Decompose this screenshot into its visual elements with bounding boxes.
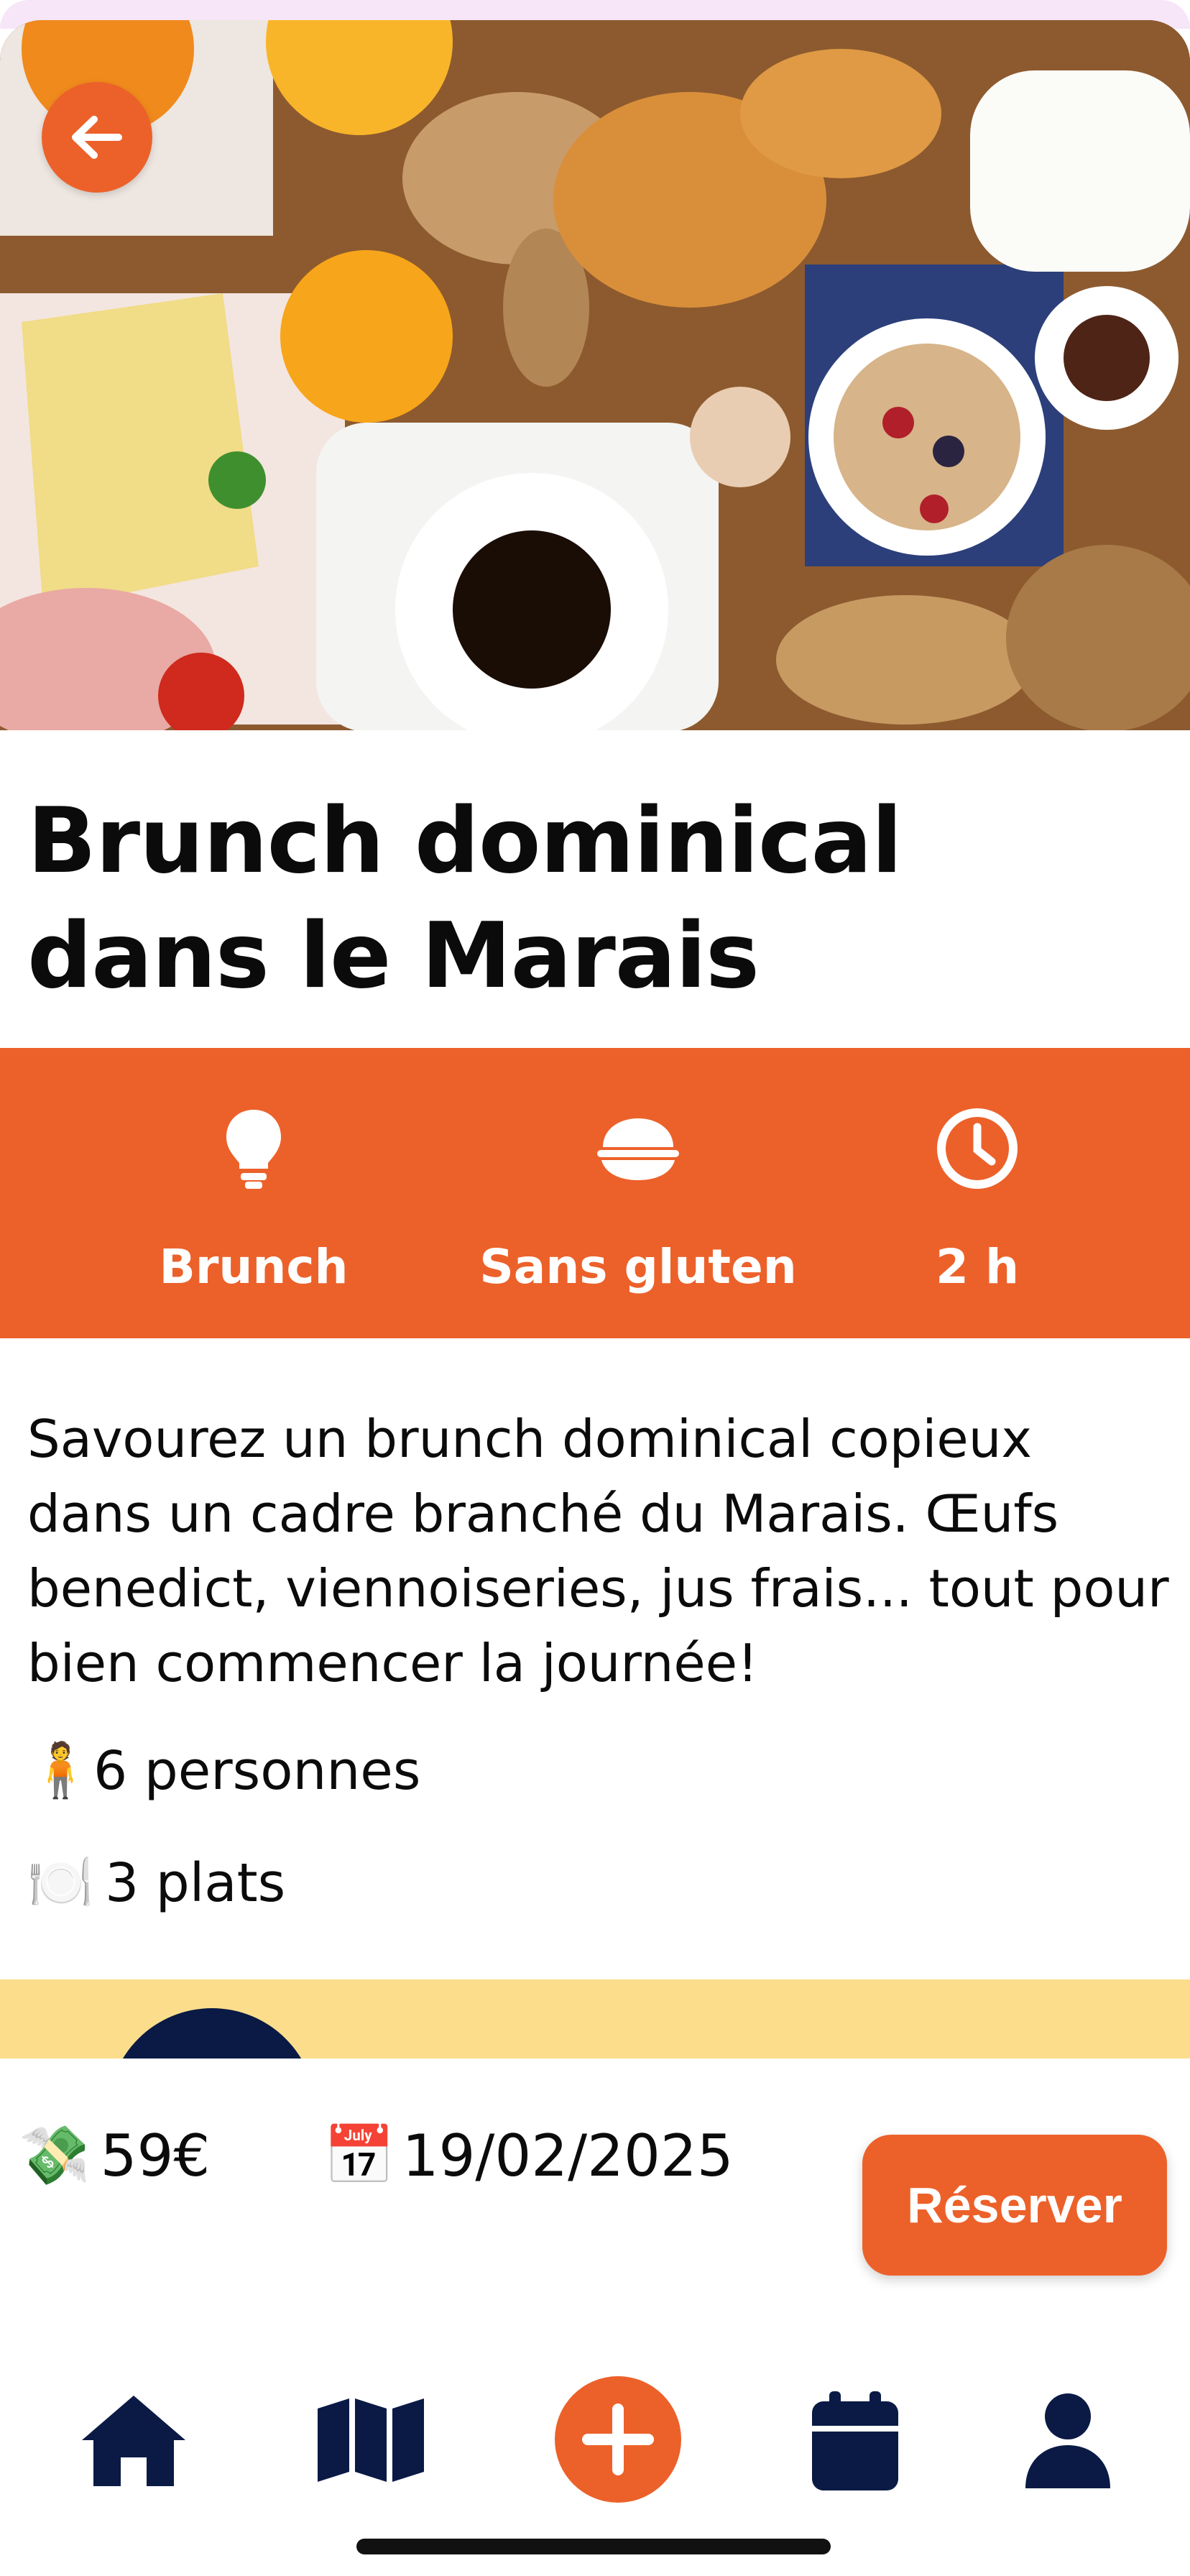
hero-image — [0, 20, 1190, 730]
tab-profile[interactable] — [1010, 2383, 1125, 2498]
feature-diet: Sans gluten — [466, 1098, 811, 1294]
section-divider — [0, 1979, 1190, 2058]
dishes-text: 3 plats — [105, 1852, 286, 1914]
clock-icon — [937, 1108, 1018, 1189]
person-icon: 🧍 — [27, 1739, 94, 1801]
event-date: 📅 19/02/2025 — [323, 2058, 734, 2253]
arrow-left-icon — [72, 116, 122, 159]
tab-add[interactable] — [555, 2376, 681, 2503]
host-avatar — [108, 2008, 316, 2058]
calendar-icon — [812, 2391, 898, 2490]
rice-bowl-icon — [597, 1118, 679, 1180]
dishes-count: 🍽️ 3 plats — [27, 1852, 285, 1914]
booking-bar: 💸 59€ 📅 19/02/2025 Réserver — [0, 2058, 1190, 2276]
price-value: 59€ — [100, 2122, 211, 2189]
map-icon — [318, 2398, 424, 2482]
user-icon — [1025, 2393, 1110, 2488]
date-value: 19/02/2025 — [402, 2122, 734, 2189]
feature-label: Brunch — [159, 1239, 349, 1294]
tab-map[interactable] — [313, 2386, 428, 2494]
back-button[interactable] — [42, 82, 152, 193]
money-icon: 💸 — [19, 2122, 91, 2189]
plate-icon: 🍽️ — [27, 1852, 94, 1913]
reserve-button[interactable]: Réserver — [862, 2135, 1167, 2276]
lightbulb-icon — [226, 1110, 281, 1189]
feature-category: Brunch — [81, 1098, 426, 1294]
event-description: Savourez un brunch dominical copieux dan… — [27, 1409, 1169, 1693]
event-title: Brunch dominical dans le Marais — [27, 788, 903, 1008]
home-icon — [82, 2396, 185, 2486]
tab-home[interactable] — [76, 2386, 191, 2494]
people-count: 🧍 6 personnes — [27, 1739, 420, 1802]
tab-calendar[interactable] — [798, 2383, 913, 2498]
tab-bar — [0, 2343, 1190, 2530]
home-indicator — [356, 2539, 831, 2554]
feature-label: Sans gluten — [479, 1239, 797, 1294]
price: 💸 59€ — [19, 2058, 210, 2253]
feature-label: 2 h — [936, 1239, 1019, 1294]
features-band: Brunch Sans gluten 2 h — [0, 1048, 1190, 1338]
people-text: 6 personnes — [93, 1739, 421, 1802]
calendar-emoji-icon: 📅 — [323, 2122, 395, 2189]
add-icon — [582, 2404, 654, 2475]
feature-duration: 2 h — [805, 1098, 1150, 1294]
